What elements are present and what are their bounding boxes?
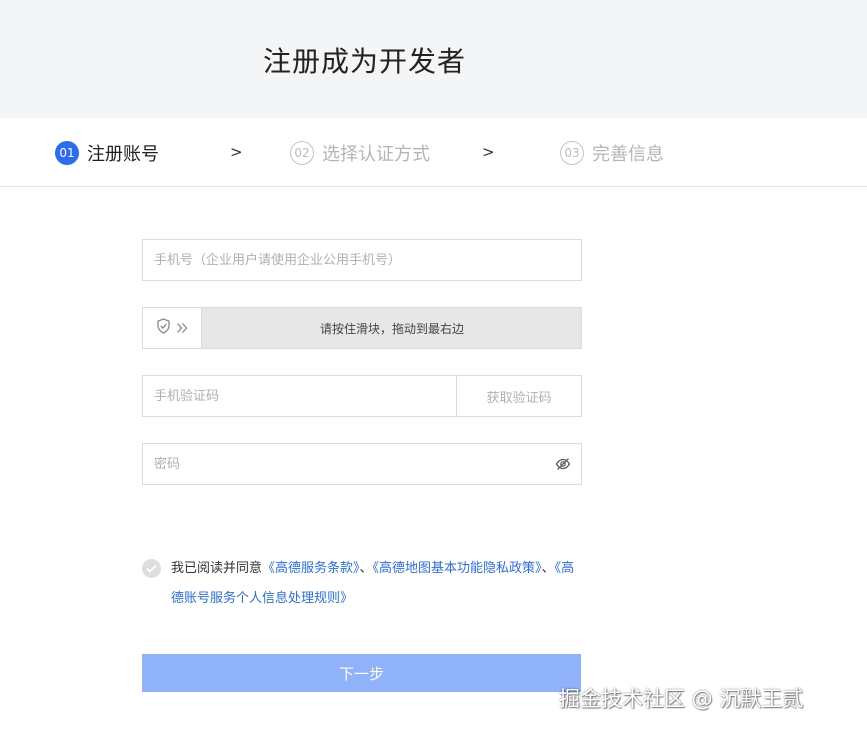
slider-handle[interactable] <box>143 308 202 348</box>
step-progress: 01 注册账号 > 02 选择认证方式 > 03 完善信息 <box>0 118 867 187</box>
step-arrow: > <box>230 143 243 161</box>
eye-off-icon[interactable] <box>555 456 571 472</box>
step-3-label: 完善信息 <box>592 144 664 165</box>
agreement-row: 我已阅读并同意《高德服务条款》、《高德地图基本功能隐私政策》、《高德账号服务个人… <box>142 558 582 614</box>
check-circle-icon[interactable] <box>142 559 161 578</box>
step-1-number: 01 <box>55 141 79 165</box>
step-1: 01 注册账号 <box>55 140 159 166</box>
terms-link[interactable]: 《高德服务条款》 <box>262 561 360 576</box>
step-3: 03 完善信息 <box>560 140 664 166</box>
agreement-separator: 、 <box>359 561 373 576</box>
sms-code-field: 获取验证码 <box>142 375 582 417</box>
step-3-number: 03 <box>560 141 584 165</box>
page-header: 注册成为开发者 <box>0 0 867 118</box>
page-title: 注册成为开发者 <box>263 45 467 78</box>
agreement-text: 我已阅读并同意《高德服务条款》、《高德地图基本功能隐私政策》、《高德账号服务个人… <box>171 554 582 614</box>
slider-instruction: 请按住滑块，拖动到最右边 <box>319 321 464 336</box>
phone-field <box>142 239 582 281</box>
watermark: 掘金技术社区 @ 沉默王贰 <box>559 687 804 711</box>
step-1-label: 注册账号 <box>87 144 159 165</box>
step-2-number: 02 <box>290 141 314 165</box>
step-arrow: > <box>482 143 495 161</box>
privacy-policy-link[interactable]: 《高德地图基本功能隐私政策》 <box>373 561 542 576</box>
next-step-button[interactable]: 下一步 <box>142 654 581 692</box>
step-2: 02 选择认证方式 <box>290 140 430 166</box>
password-field <box>142 443 582 485</box>
double-chevron-right-icon <box>176 319 189 338</box>
slider-captcha: 请按住滑块，拖动到最右边 <box>142 307 582 349</box>
shield-check-icon <box>156 318 171 338</box>
phone-input[interactable] <box>143 240 581 280</box>
agreement-prefix: 我已阅读并同意 <box>171 561 263 576</box>
get-code-button[interactable]: 获取验证码 <box>456 376 581 416</box>
sms-code-input[interactable] <box>143 376 455 416</box>
step-2-label: 选择认证方式 <box>322 144 430 165</box>
password-input[interactable] <box>143 444 543 484</box>
agreement-separator: 、 <box>541 561 555 576</box>
